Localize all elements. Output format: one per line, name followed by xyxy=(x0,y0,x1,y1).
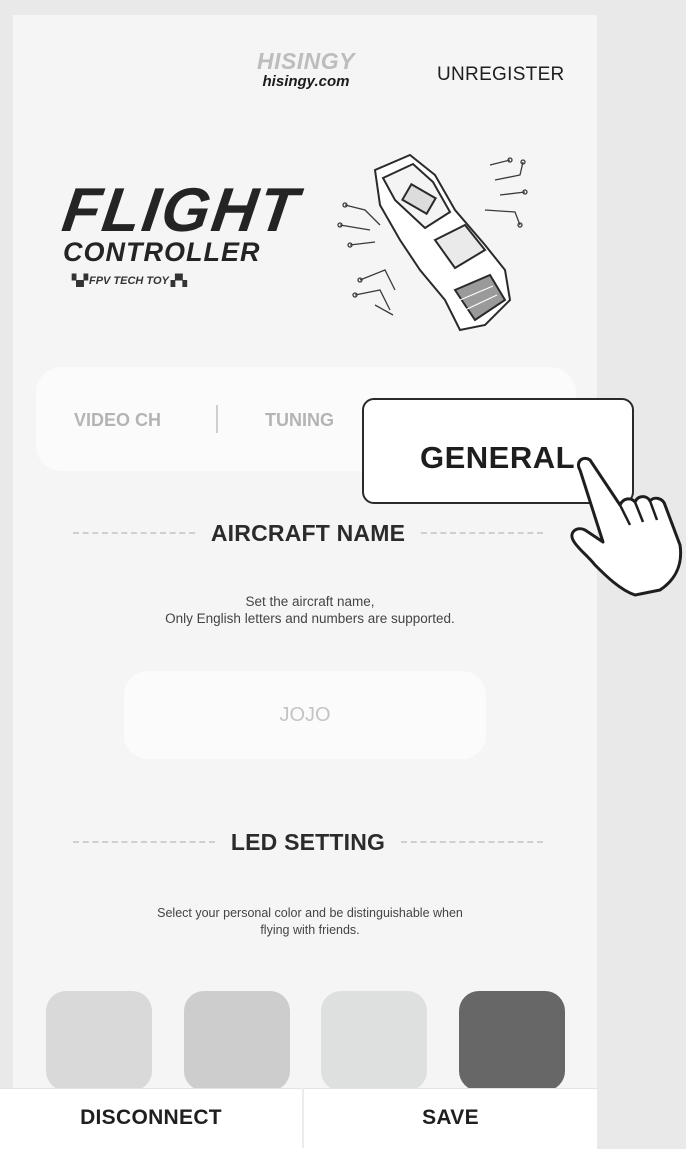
led-setting-description: Select your personal color and be distin… xyxy=(40,905,580,939)
brand-logo-name: HISINGY xyxy=(256,48,356,74)
pointing-hand-icon xyxy=(570,456,683,597)
tab-tuning[interactable]: TUNING xyxy=(265,410,334,431)
dashed-divider xyxy=(421,532,543,534)
led-color-swatch-1[interactable] xyxy=(46,991,152,1091)
dashed-divider xyxy=(73,532,195,534)
dashed-divider xyxy=(401,841,544,843)
tab-divider xyxy=(216,405,218,433)
tab-video-ch[interactable]: VIDEO CH xyxy=(74,410,161,431)
aircraft-name-input[interactable] xyxy=(124,671,486,759)
checkered-flag-icon: ▚▞ xyxy=(72,275,89,287)
checkered-flag-icon: ▞▚ xyxy=(168,275,187,287)
led-setting-desc-line2: flying with friends. xyxy=(260,923,360,937)
aircraft-name-title: AIRCRAFT NAME xyxy=(210,519,406,546)
tab-general-label: GENERAL xyxy=(420,440,576,475)
led-setting-heading: LED SETTING xyxy=(73,827,544,857)
aircraft-name-heading: AIRCRAFT NAME xyxy=(73,518,543,548)
logo-tagline: ▚▞ FPV TECH TOY ▞▚ xyxy=(72,275,187,287)
aircraft-name-desc-line2: Only English letters and numbers are sup… xyxy=(165,611,455,626)
led-color-swatch-4[interactable] xyxy=(459,991,565,1091)
aircraft-name-description: Set the aircraft name, Only English lett… xyxy=(40,593,580,627)
logo-subtitle: CONTROLLER xyxy=(63,237,261,267)
flight-controller-board-icon xyxy=(337,153,528,332)
led-color-swatch-3[interactable] xyxy=(321,991,427,1091)
led-color-swatch-2[interactable] xyxy=(184,991,290,1091)
aircraft-name-desc-line1: Set the aircraft name, xyxy=(245,594,375,609)
logo-title: FLIGHT xyxy=(58,176,304,245)
save-button[interactable]: SAVE xyxy=(304,1088,597,1148)
dashed-divider xyxy=(73,841,215,843)
led-setting-title: LED SETTING xyxy=(230,828,386,855)
led-setting-desc-line1: Select your personal color and be distin… xyxy=(157,906,463,920)
logo-tagline-text: FPV TECH TOY xyxy=(88,275,169,287)
brand-logo-site: hisingy.com xyxy=(262,73,350,90)
disconnect-button[interactable]: DISCONNECT xyxy=(0,1088,302,1148)
unregister-button[interactable]: UNREGISTER xyxy=(437,64,565,86)
